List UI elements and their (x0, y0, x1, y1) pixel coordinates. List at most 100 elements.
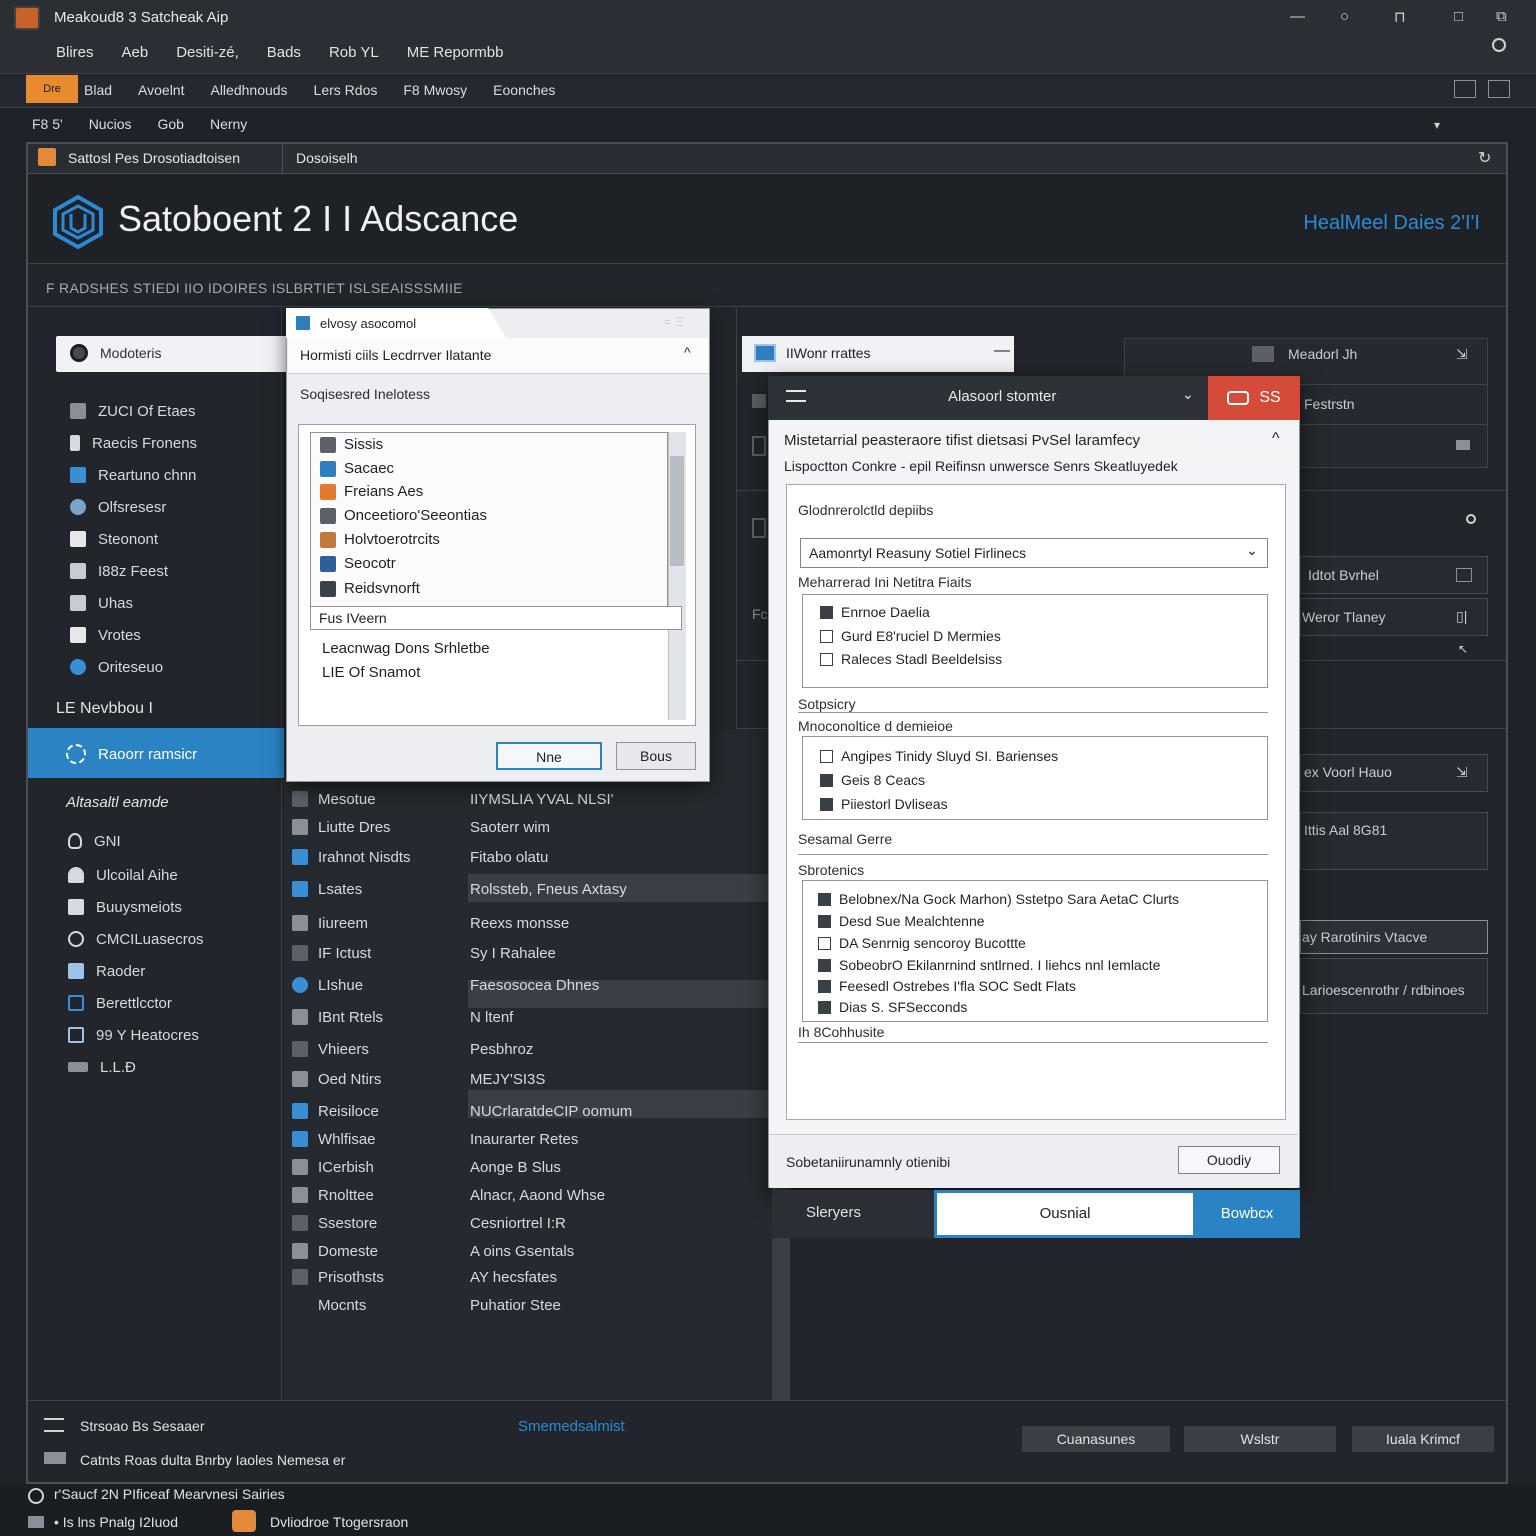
sidebar-item[interactable]: GNI (68, 830, 121, 852)
collapse-icon[interactable]: ^ (1272, 430, 1280, 448)
tab-item[interactable]: Nerny (210, 116, 247, 132)
right-card-row[interactable]: Festrstn (1304, 396, 1355, 412)
table-row[interactable]: Liutte Dres Saoterr wim (292, 816, 550, 838)
sidebar-item[interactable]: L.L.Ð (68, 1056, 136, 1078)
checkbox-row[interactable]: Belobnex/Na Gock Marhon) Sstetpo Sara Ae… (818, 891, 1179, 907)
sidebar-item[interactable]: Berettlcctor (68, 992, 172, 1014)
sidebar-search-input[interactable]: Modoteris (56, 336, 296, 372)
browse-button[interactable]: Bous (616, 742, 696, 770)
sidebar-item[interactable]: Ulcoilal Aihe (68, 864, 178, 886)
sidebar-active-label[interactable]: Raoorr ramsicr (66, 744, 197, 764)
toolbar-item[interactable]: Lers Rdos (314, 82, 378, 98)
list-item[interactable]: Seocotr (320, 555, 396, 572)
sidebar-item[interactable]: Buuysmeiots (68, 896, 182, 918)
table-row[interactable]: LIshue Faesosocea Dhnes (292, 974, 599, 996)
header-accent-link[interactable]: HealMeel Daies 2'I'I (1303, 212, 1480, 235)
checkbox[interactable] (818, 914, 831, 928)
table-row[interactable]: Mesotue IIYMSLIA YVAL NLSI' (292, 788, 614, 810)
tab-item[interactable]: Gob (157, 116, 183, 132)
checkbox-row[interactable]: SobeobrO Ekilanrnind sntlrned. I liehcs … (818, 957, 1160, 973)
checkbox-row[interactable]: Piiestorl Dvliseas (820, 796, 948, 812)
tab-item[interactable]: F8 5' (32, 116, 63, 132)
toolbar-item[interactable]: F8 Mwosy (403, 82, 467, 98)
checkbox[interactable] (820, 629, 833, 643)
dialog-tab-controls[interactable]: = Ξ (664, 314, 684, 329)
bottom-button[interactable]: Wslstr (1184, 1426, 1336, 1452)
tab-item[interactable]: Nucios (89, 116, 132, 132)
checkbox-row[interactable]: Angipes Tinidy Sluyd SI. Barienses (820, 748, 1058, 764)
scrollbar-thumb[interactable] (670, 456, 684, 566)
right-search-input[interactable]: IIWonr rrattes (742, 336, 1014, 372)
sidebar-item[interactable]: Raecis Fronens (70, 432, 197, 454)
refresh-icon[interactable]: ↻ (1478, 148, 1491, 168)
checkbox-row[interactable]: Gurd E8'ruciel D Mermies (820, 628, 1001, 644)
table-row[interactable]: Iiureem Reexs monsse (292, 912, 569, 934)
checkbox[interactable] (818, 892, 831, 906)
list-item[interactable]: Sacaec (320, 460, 394, 477)
category-select[interactable]: Aamonrtyl Reasuny Sotiel Firlinecs (800, 538, 1268, 568)
right-field[interactable] (1300, 812, 1488, 870)
menu-item[interactable]: Aeb (122, 44, 149, 61)
menu-item[interactable]: Bads (267, 44, 301, 61)
bottom-link[interactable]: Smemedsalmist (518, 1418, 625, 1435)
expand-icon[interactable]: ⇲ (1456, 764, 1468, 781)
list-item[interactable]: Holvtoerotrcits (320, 531, 440, 548)
menu-item[interactable]: Rob YL (329, 44, 379, 61)
checkbox[interactable] (820, 797, 833, 811)
cancel-button[interactable]: Ousnial (934, 1190, 1196, 1238)
settings-icon[interactable] (1492, 38, 1506, 52)
confirm-button[interactable]: Bowbcx (1194, 1190, 1300, 1238)
dialog-tab[interactable]: elvosy asocomol (286, 308, 506, 338)
list-item[interactable]: Onceetioro'Seeontias (320, 507, 487, 524)
image-icon[interactable] (1456, 568, 1472, 582)
sidebar-item[interactable]: I88z Feest (70, 560, 168, 582)
list-item[interactable]: Reidsvnorft (320, 580, 420, 597)
bottom-button[interactable]: Cuanasunes (1022, 1426, 1170, 1452)
checkbox[interactable] (818, 979, 831, 993)
check-button[interactable]: Ouodiy (1178, 1146, 1280, 1174)
checkbox[interactable] (820, 652, 833, 666)
menu-icon[interactable] (786, 390, 806, 402)
table-row[interactable]: Vhieers Pesbhroz (292, 1038, 533, 1060)
table-row[interactable]: Lsates Rolssteb, Fneus Axtasy (292, 878, 627, 900)
table-row[interactable]: Rnolttee Alnacr, Aaond Whse (292, 1184, 605, 1206)
doc-tab[interactable]: Dosoiselh (296, 150, 357, 166)
checkbox-row[interactable]: DA Senrnig sencoroy Bucottte (818, 935, 1026, 951)
list-item[interactable]: Sissis (320, 436, 383, 453)
toolbar-item[interactable]: Eoonches (493, 82, 555, 98)
sidebar-item[interactable]: Steonont (70, 528, 158, 550)
checkbox[interactable] (818, 936, 831, 950)
checkbox-row[interactable]: Dias S. SFSecconds (818, 999, 967, 1015)
sidebar-item[interactable]: 99 Y Heatocres (68, 1024, 199, 1046)
sidebar-item[interactable]: Vrotes (70, 624, 141, 646)
table-row[interactable]: Reisiloce NUCrlaratdeCIP oomum (292, 1100, 632, 1122)
checkbox[interactable] (820, 749, 833, 763)
table-row[interactable]: Irahnot Nisdts Fitabo olatu (292, 846, 548, 868)
ok-button[interactable]: Nne (496, 742, 602, 770)
pin-button[interactable]: ⊓ (1394, 8, 1406, 26)
checkbox-row[interactable]: Desd Sue Mealchtenne (818, 913, 985, 929)
menu-item[interactable]: Blires (56, 44, 94, 61)
restore-button[interactable]: ○ (1340, 8, 1349, 25)
chevron-down-icon[interactable]: ⌄ (1182, 386, 1194, 403)
checkbox[interactable] (818, 958, 831, 972)
table-row[interactable]: Mocnts Puhatior Stee (292, 1294, 561, 1316)
toolbar-badge[interactable]: Dre (26, 75, 78, 103)
panel-icon[interactable] (1488, 80, 1510, 98)
toolbar-item[interactable]: Blad (84, 82, 112, 98)
sidebar-item[interactable]: ZUCI Of Etaes (70, 400, 196, 422)
table-row[interactable]: ICerbish Aonge B Slus (292, 1156, 561, 1178)
sidebar-item[interactable]: Oriteseuo (70, 656, 163, 678)
collapse-icon[interactable]: ^ (684, 344, 691, 360)
checkbox-row[interactable]: Raleces Stadl Beeldelsiss (820, 651, 1002, 667)
table-row[interactable]: Oed Ntirs MEJY'SI3S (292, 1068, 545, 1090)
menu-item[interactable]: Desiti-zé, (176, 44, 239, 61)
sidebar-item[interactable]: Reartuno chnn (70, 464, 196, 486)
right-card-row[interactable]: Meadorl Jh (1288, 346, 1357, 362)
split-icon[interactable]: ▯| (1456, 608, 1467, 625)
table-row[interactable]: Prisothsts AY hecsfates (292, 1266, 557, 1288)
checkbox[interactable] (820, 605, 833, 619)
dialog-close-button[interactable]: SS (1208, 376, 1300, 420)
table-row[interactable]: Whlfisae Inaurarter Retes (292, 1128, 578, 1150)
toolbar-item[interactable]: Avoelnt (138, 82, 184, 98)
